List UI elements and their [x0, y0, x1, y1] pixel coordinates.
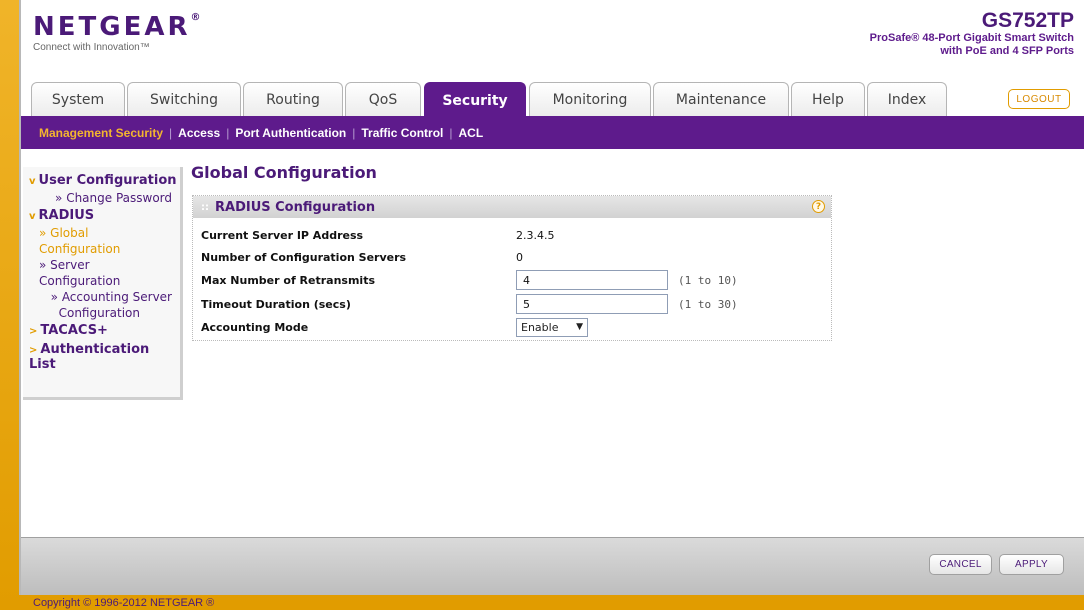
- subnav-management-security[interactable]: Management Security: [33, 126, 169, 140]
- accounting-mode-selected-value: Enable: [521, 320, 559, 334]
- grip-icon: ::: [201, 201, 209, 213]
- max-retransmits-input[interactable]: [516, 270, 668, 290]
- subnav-port-authentication[interactable]: Port Authentication: [229, 126, 352, 140]
- model-info: GS752TP ProSafe® 48-Port Gigabit Smart S…: [870, 10, 1074, 58]
- tab-routing[interactable]: Routing: [243, 82, 343, 116]
- number-of-servers-value: 0: [516, 250, 523, 264]
- row-number-of-servers: Number of Configuration Servers 0: [201, 246, 821, 268]
- tab-security[interactable]: Security: [424, 82, 526, 118]
- apply-button[interactable]: APPLY: [999, 554, 1064, 575]
- sidebar-item-server-configuration[interactable]: » Server Configuration: [23, 257, 180, 289]
- max-retransmits-label: Max Number of Retransmits: [201, 273, 376, 287]
- timeout-duration-input[interactable]: [516, 294, 668, 314]
- sub-navigation: Management Security | Access | Port Auth…: [21, 116, 1084, 149]
- footer-action-bar: CANCEL APPLY: [21, 537, 1084, 595]
- sidebar-item-radius[interactable]: v RADIUS: [23, 208, 180, 223]
- tab-qos[interactable]: QoS: [345, 82, 421, 116]
- panel-header: :: RADIUS Configuration ?: [193, 196, 831, 218]
- content-area: v User Configuration » Change Password vR…: [21, 149, 1084, 537]
- model-name: GS752TP: [981, 9, 1074, 32]
- number-of-servers-label: Number of Configuration Servers: [201, 250, 407, 264]
- netgear-logo: NETGEAR®: [33, 12, 201, 42]
- sidebar: v User Configuration » Change Password vR…: [23, 167, 183, 400]
- row-max-retransmits: Max Number of Retransmits (1 to 10): [201, 269, 821, 291]
- panel-title: RADIUS Configuration: [215, 199, 376, 215]
- copyright-text: Copyright © 1996-2012 NETGEAR ®: [33, 597, 215, 609]
- logout-button[interactable]: LOGOUT: [1008, 89, 1070, 109]
- timeout-duration-label: Timeout Duration (secs): [201, 297, 351, 311]
- cancel-button[interactable]: CANCEL: [929, 554, 992, 575]
- tab-switching[interactable]: Switching: [127, 82, 241, 116]
- sidebar-item-authentication-list[interactable]: > Authentication List: [23, 342, 180, 372]
- current-server-ip-label: Current Server IP Address: [201, 228, 364, 242]
- row-current-server-ip: Current Server IP Address 2.3.4.5: [201, 224, 821, 246]
- main-tab-bar: System Switching Routing QoS Security Mo…: [21, 80, 1084, 118]
- tab-system[interactable]: System: [31, 82, 125, 116]
- radius-configuration-panel: :: RADIUS Configuration ? Current Server…: [192, 195, 832, 341]
- page-title: Global Configuration: [191, 163, 377, 182]
- row-accounting-mode: Accounting Mode Enable ▼: [201, 316, 821, 338]
- sidebar-item-change-password[interactable]: » Change Password: [23, 190, 180, 206]
- dropdown-arrow-icon: ▼: [576, 322, 583, 332]
- tab-index[interactable]: Index: [867, 82, 947, 116]
- accounting-mode-select[interactable]: Enable ▼: [516, 317, 588, 337]
- sidebar-item-accounting-server-configuration[interactable]: » Accounting Server Configuration: [23, 289, 180, 321]
- current-server-ip-value: 2.3.4.5: [516, 228, 555, 242]
- max-retransmits-range-hint: (1 to 10): [678, 273, 738, 287]
- tab-monitoring[interactable]: Monitoring: [529, 82, 651, 116]
- subnav-traffic-control[interactable]: Traffic Control: [355, 126, 449, 140]
- row-timeout-duration: Timeout Duration (secs) (1 to 30): [201, 293, 821, 315]
- tagline: Connect with Innovation™: [33, 42, 150, 53]
- chevron-right-icon: >: [29, 326, 38, 337]
- chevron-down-icon: v: [29, 211, 36, 222]
- tab-maintenance[interactable]: Maintenance: [653, 82, 789, 116]
- tab-help[interactable]: Help: [791, 82, 865, 116]
- subnav-acl[interactable]: ACL: [453, 126, 490, 140]
- model-description-line1: ProSafe® 48-Port Gigabit Smart Switch: [869, 32, 1074, 44]
- timeout-duration-range-hint: (1 to 30): [678, 297, 738, 311]
- help-icon[interactable]: ?: [812, 200, 825, 213]
- sidebar-item-global-configuration[interactable]: » Global Configuration: [23, 225, 180, 257]
- chevron-right-icon: >: [29, 345, 38, 356]
- sidebar-item-tacacs[interactable]: > TACACS+: [23, 323, 180, 338]
- main-frame: NETGEAR® Connect with Innovation™ GS752T…: [19, 0, 1084, 595]
- chevron-down-icon: v: [29, 176, 36, 187]
- sidebar-item-user-configuration[interactable]: v User Configuration: [23, 173, 180, 188]
- accounting-mode-label: Accounting Mode: [201, 320, 309, 334]
- model-description-line2: with PoE and 4 SFP Ports: [940, 45, 1074, 57]
- subnav-access[interactable]: Access: [172, 126, 226, 140]
- page-background: NETGEAR® Connect with Innovation™ GS752T…: [0, 0, 1084, 610]
